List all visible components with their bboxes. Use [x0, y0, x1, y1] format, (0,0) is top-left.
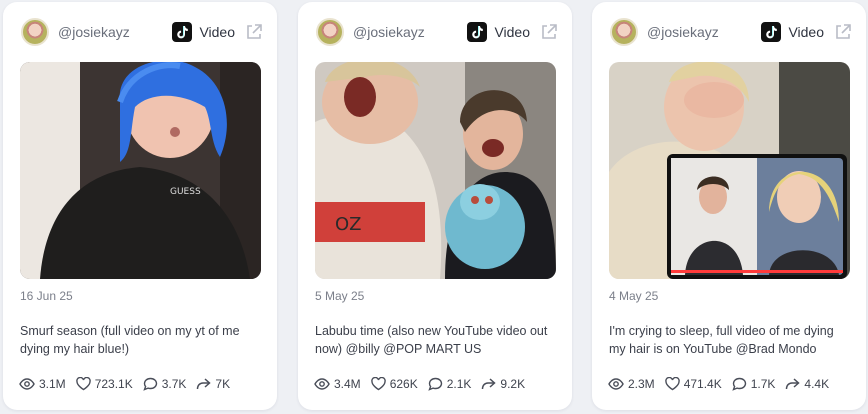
comments-count: 2.1K — [446, 377, 472, 391]
post-caption: Smurf season (full video on my yt of me … — [20, 324, 240, 356]
svg-text:OZ: OZ — [335, 214, 362, 235]
heart-icon — [370, 377, 386, 391]
tiktok-icon — [172, 22, 193, 42]
author-handle[interactable]: @josiekayz — [647, 24, 719, 40]
avatar[interactable] — [610, 18, 638, 46]
comments-count: 1.7K — [750, 377, 776, 391]
external-link-icon[interactable] — [245, 23, 263, 41]
views-stat: 2.3M — [608, 377, 655, 391]
shares-stat: 7K — [196, 377, 230, 391]
shares-stat: 9.2K — [481, 377, 525, 391]
views-count: 3.4M — [334, 377, 361, 391]
card-header: @josiekayz Video — [610, 16, 852, 48]
share-icon — [786, 378, 801, 390]
views-stat: 3.4M — [314, 377, 361, 391]
views-stat: 3.1M — [19, 377, 66, 391]
tiktok-icon — [761, 22, 782, 42]
external-link-icon[interactable] — [540, 23, 558, 41]
shares-count: 4.4K — [804, 377, 830, 391]
views-count: 3.1M — [39, 377, 66, 391]
eye-icon — [608, 378, 624, 390]
comment-icon — [428, 377, 442, 391]
shares-stat: 4.4K — [785, 377, 829, 391]
post-date: 16 Jun 25 — [20, 289, 73, 303]
card-header: @josiekayz Video — [21, 16, 263, 48]
stats-row: 2.3M 471.4K 1.7K 4.4K — [608, 377, 839, 391]
stats-row: 3.1M 723.1K 3.7K 7K — [19, 377, 240, 391]
post-date: 5 May 25 — [315, 289, 365, 303]
svg-text:GUESS: GUESS — [170, 187, 201, 197]
heart-icon — [75, 377, 91, 391]
comment-icon — [143, 377, 157, 391]
heart-icon — [664, 377, 680, 391]
video-thumbnail[interactable] — [609, 62, 850, 279]
post-card[interactable]: @josiekayz Video 4 May 25 I'm crying to … — [592, 2, 866, 410]
post-type-label: Video — [199, 24, 235, 40]
post-card[interactable]: @josiekayz Video GUESS 16 Jun 25 Smurf s… — [3, 2, 277, 410]
likes-stat: 723.1K — [75, 377, 133, 391]
share-icon — [482, 378, 497, 390]
shares-count: 7K — [215, 377, 231, 391]
video-thumbnail[interactable]: GUESS — [20, 62, 261, 279]
eye-icon — [314, 378, 330, 390]
external-link-icon[interactable] — [834, 23, 852, 41]
views-count: 2.3M — [628, 377, 655, 391]
avatar[interactable] — [21, 18, 49, 46]
avatar[interactable] — [316, 18, 344, 46]
comments-stat: 1.7K — [732, 377, 776, 391]
post-card[interactable]: @josiekayz Video OZ 5 May 25 Labubu time… — [298, 2, 572, 410]
author-handle[interactable]: @josiekayz — [353, 24, 425, 40]
comments-stat: 2.1K — [428, 377, 472, 391]
post-type-label: Video — [494, 24, 530, 40]
card-header: @josiekayz Video — [316, 16, 558, 48]
likes-count: 723.1K — [94, 377, 133, 391]
author-handle[interactable]: @josiekayz — [58, 24, 130, 40]
comments-count: 3.7K — [161, 377, 187, 391]
video-thumbnail[interactable]: OZ — [315, 62, 556, 279]
tiktok-icon — [467, 22, 488, 42]
post-caption: I'm crying to sleep, full video of me dy… — [609, 324, 834, 356]
comments-stat: 3.7K — [143, 377, 187, 391]
share-icon — [197, 378, 212, 390]
likes-stat: 471.4K — [664, 377, 722, 391]
post-caption: Labubu time (also new YouTube video out … — [315, 324, 548, 356]
likes-stat: 626K — [370, 377, 418, 391]
likes-count: 471.4K — [683, 377, 722, 391]
post-date: 4 May 25 — [609, 289, 659, 303]
stats-row: 3.4M 626K 2.1K 9.2K — [314, 377, 535, 391]
comment-icon — [732, 377, 746, 391]
likes-count: 626K — [389, 377, 418, 391]
post-type-label: Video — [788, 24, 824, 40]
shares-count: 9.2K — [500, 377, 526, 391]
eye-icon — [19, 378, 35, 390]
